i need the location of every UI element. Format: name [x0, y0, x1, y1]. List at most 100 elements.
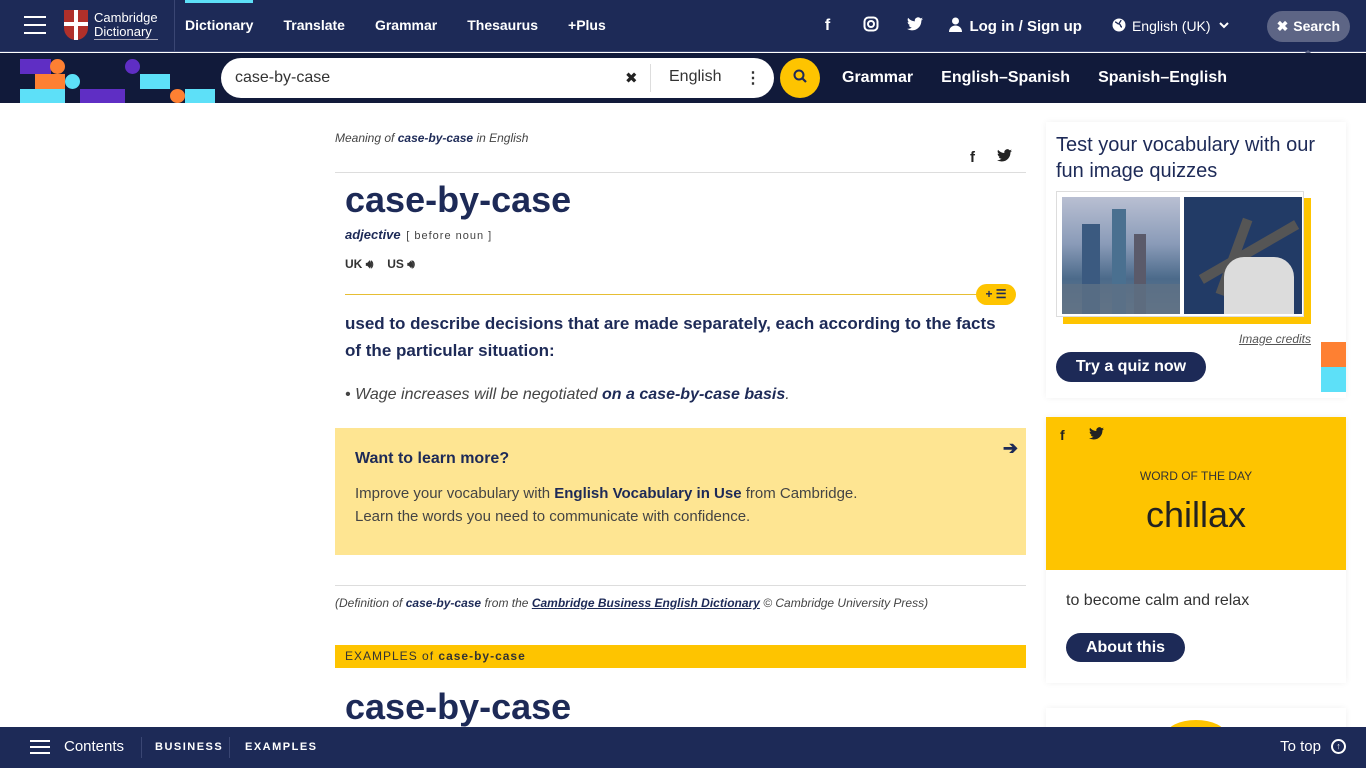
- source-suffix: © Cambridge University Press): [763, 596, 929, 610]
- search-toggle-button[interactable]: ✖ Search: [1266, 10, 1350, 56]
- contents-menu-icon[interactable]: [30, 740, 50, 754]
- add-to-wordlist-button[interactable]: + ☰: [976, 284, 1016, 305]
- search-toggle-label: Search: [1293, 18, 1340, 34]
- pron-us[interactable]: US 🔊︎: [387, 257, 415, 272]
- search-box: ✖ English ⋮: [221, 58, 774, 98]
- example-sentence: • Wage increases will be negotiated on a…: [345, 386, 790, 404]
- twitter-share-icon[interactable]: [1088, 427, 1104, 443]
- headword: case-by-case: [345, 179, 572, 220]
- example-suffix: .: [785, 386, 790, 403]
- subnav-english-spanish[interactable]: English–Spanish: [941, 69, 1070, 87]
- arrow-right-icon[interactable]: ➔: [1003, 438, 1018, 459]
- pron-uk[interactable]: UK 🔊︎: [345, 257, 373, 272]
- example-prefix: Wage increases will be negotiated: [355, 386, 598, 403]
- meaning-prefix: Meaning of: [335, 131, 395, 145]
- meaning-word: case-by-case: [397, 131, 474, 145]
- learn-more-line2: Learn the words you need to communicate …: [355, 508, 751, 525]
- login-link[interactable]: Log in / Sign up: [949, 17, 1082, 35]
- header-divider: [174, 0, 175, 52]
- login-label: Log in / Sign up: [969, 17, 1082, 35]
- sub-nav: Grammar English–Spanish Spanish–English: [842, 53, 1255, 103]
- speaker-icon: 🔊︎: [365, 257, 374, 271]
- source-prefix: (Definition of: [335, 596, 403, 610]
- definition: used to describe decisions that are made…: [345, 314, 996, 360]
- windmill-image: [1184, 197, 1302, 314]
- pron-uk-label: UK: [345, 257, 363, 271]
- facebook-share-icon[interactable]: f: [970, 149, 975, 166]
- divider: [141, 737, 142, 758]
- search-button[interactable]: [780, 58, 820, 98]
- sense-divider: [345, 294, 1005, 295]
- meaning-suffix: in English: [476, 131, 529, 145]
- globe-icon: [1112, 18, 1126, 35]
- jump-business[interactable]: BUSINESS: [155, 741, 223, 753]
- nav-thesaurus[interactable]: Thesaurus: [467, 0, 538, 52]
- wotd-share: f: [1060, 427, 1128, 443]
- learn-more-title: Want to learn more?: [355, 450, 510, 467]
- clear-search-icon[interactable]: ✖: [625, 69, 638, 87]
- search-row: ✖ English ⋮ Grammar English–Spanish Span…: [0, 53, 1366, 103]
- examples-word: case-by-case: [438, 649, 526, 663]
- learn-more-box[interactable]: Want to learn more? Improve your vocabul…: [335, 428, 1026, 555]
- nav-grammar[interactable]: Grammar: [375, 0, 437, 52]
- to-top-button[interactable]: To top ↑: [1280, 738, 1346, 755]
- decorative-square: [1321, 342, 1346, 367]
- nav-dictionary[interactable]: Dictionary: [185, 0, 254, 52]
- divider: [335, 585, 1026, 586]
- wotd-header: f WORD OF THE DAY chillax: [1046, 417, 1346, 570]
- logo-line1: Cambridge: [94, 9, 158, 25]
- grammar-code: [ before noun ]: [406, 230, 493, 242]
- divider: [335, 172, 1026, 173]
- source-dictionary-link[interactable]: Cambridge Business English Dictionary: [532, 596, 760, 610]
- main-nav: Dictionary Translate Grammar Thesaurus +…: [185, 0, 636, 52]
- search-input[interactable]: [235, 69, 605, 87]
- pos-label: adjective: [345, 227, 401, 242]
- image-credits-link[interactable]: Image credits: [1239, 332, 1311, 346]
- wotd-word[interactable]: chillax: [1046, 494, 1346, 536]
- twitter-icon[interactable]: [905, 16, 925, 36]
- search-divider: [650, 64, 651, 92]
- jump-examples[interactable]: EXAMPLES: [245, 741, 318, 753]
- source-middle: from the: [484, 596, 529, 610]
- share-buttons: f: [948, 149, 1012, 166]
- part-of-speech: adjective [ before noun ]: [345, 227, 492, 242]
- bottom-toolbar: Contents BUSINESS EXAMPLES To top ↑: [0, 727, 1366, 768]
- logo[interactable]: Cambridge Dictionary: [64, 10, 158, 40]
- about-this-button[interactable]: About this: [1066, 633, 1185, 662]
- instagram-icon[interactable]: [861, 16, 881, 37]
- example-highlight: on a case-by-case basis: [602, 386, 786, 403]
- close-icon: ✖: [1276, 17, 1289, 34]
- facebook-share-icon[interactable]: f: [1060, 427, 1065, 443]
- more-options-icon[interactable]: ⋮: [745, 68, 761, 88]
- pron-us-label: US: [387, 257, 404, 271]
- learn-more-suffix: from Cambridge.: [745, 485, 858, 502]
- source-citation: (Definition of case-by-case from the Cam…: [335, 596, 928, 610]
- logo-line2: Dictionary: [94, 24, 158, 40]
- contents-button[interactable]: Contents: [64, 738, 124, 755]
- dictionary-selector[interactable]: English: [669, 68, 721, 86]
- nav-translate[interactable]: Translate: [283, 0, 344, 52]
- source-word: case-by-case: [405, 596, 482, 610]
- quiz-images[interactable]: [1056, 191, 1304, 317]
- facebook-icon[interactable]: f: [817, 17, 837, 35]
- examples-label: EXAMPLES of: [345, 649, 435, 663]
- quiz-card: Test your vocabulary with our fun image …: [1046, 122, 1346, 398]
- speaker-icon: 🔊︎: [407, 257, 415, 271]
- header-right: f Log in / Sign up English (UK) ✖ Search: [817, 0, 1350, 56]
- examples-section-header: EXAMPLES of case-by-case: [335, 645, 1026, 668]
- search-icon: [793, 69, 807, 88]
- quiz-title: Test your vocabulary with our fun image …: [1056, 134, 1316, 182]
- menu-icon[interactable]: [24, 16, 46, 34]
- word-of-the-day-card: f WORD OF THE DAY chillax to become calm…: [1046, 417, 1346, 683]
- learn-more-prefix: Improve your vocabulary with: [355, 485, 551, 502]
- subnav-spanish-english[interactable]: Spanish–English: [1098, 69, 1227, 87]
- language-selector[interactable]: English (UK): [1112, 18, 1229, 35]
- decorative-square: [1321, 367, 1346, 392]
- try-quiz-button[interactable]: Try a quiz now: [1056, 352, 1206, 382]
- twitter-share-icon[interactable]: [997, 149, 1012, 166]
- subnav-grammar[interactable]: Grammar: [842, 69, 913, 87]
- nav-plus[interactable]: +Plus: [568, 0, 606, 52]
- pronunciations: UK 🔊︎ US 🔊︎: [345, 257, 429, 272]
- bullet: •: [345, 386, 351, 403]
- meaning-caption: Meaning of case-by-case in English: [335, 131, 528, 145]
